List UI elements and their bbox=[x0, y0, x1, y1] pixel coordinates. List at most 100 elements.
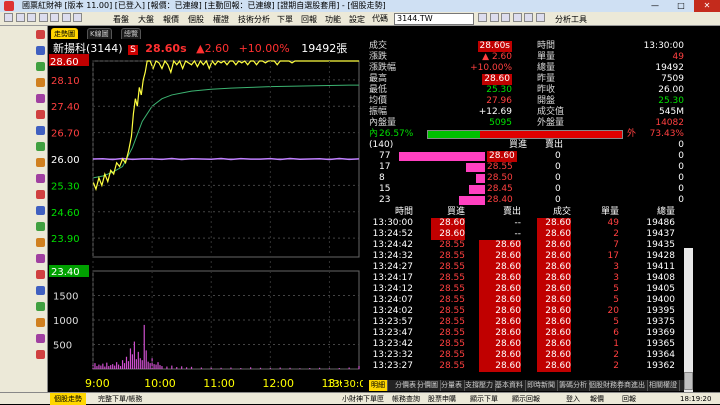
scrollbar-thumb[interactable] bbox=[684, 372, 693, 390]
sidebar-icon[interactable] bbox=[36, 174, 45, 183]
sidebar-icon[interactable] bbox=[36, 254, 45, 263]
status-tab-order[interactable]: 完整下單/帳務 bbox=[98, 393, 142, 405]
table-row[interactable]: 13:23:42 28.55 28.60 28.60 1 19365 bbox=[369, 339, 684, 350]
book-bid-qty: 8 bbox=[379, 173, 385, 183]
show-order-button[interactable]: 顯示下單 bbox=[470, 393, 498, 405]
detail-tab[interactable]: 支撐壓力 bbox=[463, 380, 496, 391]
table-row[interactable]: 13:24:42 28.55 28.60 28.60 7 19435 bbox=[369, 240, 684, 251]
sidebar-icon[interactable] bbox=[36, 302, 45, 311]
next-icon[interactable] bbox=[501, 13, 511, 22]
account-query-button[interactable]: 帳務查詢 bbox=[392, 393, 420, 405]
tab-overview[interactable]: 總覽 bbox=[121, 28, 141, 39]
sidebar-icon[interactable] bbox=[36, 334, 45, 343]
menu-order[interactable]: 下單 bbox=[276, 13, 294, 25]
sidebar-icon[interactable] bbox=[36, 318, 45, 327]
back-icon[interactable] bbox=[4, 13, 13, 22]
refresh-icon[interactable] bbox=[61, 13, 71, 22]
sidebar-icon[interactable] bbox=[36, 142, 45, 151]
tick-bid: 28.55 bbox=[439, 273, 465, 283]
table-row[interactable]: 13:24:27 28.55 28.60 28.60 3 19411 bbox=[369, 262, 684, 273]
table-row[interactable]: 13:24:52 28.60 -- 28.60 2 19437 bbox=[369, 229, 684, 240]
chart-icon[interactable] bbox=[524, 13, 534, 22]
sidebar-icon[interactable] bbox=[36, 126, 45, 135]
detail-tab[interactable]: 分價圖 bbox=[415, 380, 441, 391]
table-row[interactable]: 13:23:47 28.55 28.60 28.60 6 19369 bbox=[369, 328, 684, 339]
table-row[interactable]: 13:23:57 28.55 28.60 28.60 5 19375 bbox=[369, 317, 684, 328]
tick-bid: 28.55 bbox=[439, 361, 465, 371]
sidebar-icon[interactable] bbox=[36, 206, 45, 215]
order-box-button[interactable]: 小財神下單匣 bbox=[342, 393, 384, 405]
status-tab-chart[interactable]: 個股走勢 bbox=[50, 393, 86, 405]
tick-qty: 7 bbox=[613, 240, 619, 250]
sidebar-icon[interactable] bbox=[36, 62, 45, 71]
menu-function[interactable]: 功能 bbox=[324, 13, 342, 25]
minimize-button[interactable]: — bbox=[642, 0, 668, 12]
home-icon[interactable] bbox=[27, 13, 37, 22]
detail-tab[interactable]: 基本資料 bbox=[493, 380, 526, 391]
prev-icon[interactable] bbox=[489, 13, 499, 22]
table-row[interactable]: 13:24:07 28.55 28.60 28.60 5 19400 bbox=[369, 295, 684, 306]
print-icon[interactable] bbox=[38, 13, 48, 22]
menu-quote[interactable]: 報價 bbox=[162, 13, 180, 25]
price-volume-chart[interactable]: 28.60 28.10 27.40 26.70 26.00 25.30 24.60 23.90… bbox=[49, 39, 363, 392]
tab-kline[interactable]: K線圖 bbox=[87, 28, 112, 39]
detail-tab[interactable]: 籌碼分析 bbox=[557, 380, 590, 391]
analysis-tools-button[interactable]: 分析工具 bbox=[554, 13, 588, 25]
sidebar-icon[interactable] bbox=[36, 238, 45, 247]
forward-icon[interactable] bbox=[15, 13, 25, 22]
sidebar-icon[interactable] bbox=[36, 78, 45, 87]
sidebar-icon[interactable] bbox=[36, 222, 45, 231]
sidebar-icon[interactable] bbox=[36, 350, 45, 359]
show-report-button[interactable]: 顯示回報 bbox=[512, 393, 540, 405]
tick-total: 19486 bbox=[646, 218, 675, 228]
menu-stock[interactable]: 個股 bbox=[187, 13, 205, 25]
book-ask-qty: 0 bbox=[555, 162, 561, 172]
tick-bid: 28.55 bbox=[439, 350, 465, 360]
detail-tab[interactable]: 明細 bbox=[369, 380, 388, 391]
menu-watch[interactable]: 看盤 bbox=[112, 13, 130, 25]
sidebar-icon[interactable] bbox=[36, 110, 45, 119]
sidebar-icon[interactable] bbox=[36, 190, 45, 199]
table-row[interactable]: 13:24:02 28.55 28.60 28.60 20 19395 bbox=[369, 306, 684, 317]
tab-intraday[interactable]: 走勢圖 bbox=[51, 28, 78, 39]
quote-label: 昨量 bbox=[537, 74, 556, 84]
table-row[interactable]: 13:24:12 28.55 28.60 28.60 5 19405 bbox=[369, 284, 684, 295]
menu-market[interactable]: 大盤 bbox=[137, 13, 155, 25]
detail-tab[interactable]: 相關權證 bbox=[647, 380, 680, 391]
tick-col-time: 時間 bbox=[394, 207, 413, 217]
table-row[interactable]: 13:23:27 28.55 28.60 28.60 2 19362 bbox=[369, 361, 684, 372]
ipo-button[interactable]: 股票申購 bbox=[428, 393, 456, 405]
detail-tab[interactable]: 即時新聞 bbox=[525, 380, 558, 391]
table-row[interactable]: 13:23:32 28.55 28.60 28.60 2 19364 bbox=[369, 350, 684, 361]
table-row[interactable]: 13:24:17 28.55 28.60 28.60 3 19408 bbox=[369, 273, 684, 284]
book-bid-bar bbox=[466, 163, 485, 172]
menu-warrant[interactable]: 權證 bbox=[212, 13, 230, 25]
order-book-row: 17 28.55 0 0 bbox=[369, 162, 684, 173]
window-icon[interactable] bbox=[50, 13, 60, 22]
tick-ask: 28.60 bbox=[479, 284, 521, 295]
tick-price: 28.60 bbox=[537, 328, 571, 339]
close-button[interactable]: ✕ bbox=[694, 0, 720, 12]
maximize-button[interactable]: □ bbox=[668, 0, 694, 12]
menu-report[interactable]: 回報 bbox=[300, 13, 318, 25]
stock-code-input[interactable]: 3144.TW bbox=[394, 13, 474, 25]
menu-settings[interactable]: 設定 bbox=[348, 13, 366, 25]
detail-tab[interactable]: 券商進出 bbox=[615, 380, 648, 391]
grid-icon[interactable] bbox=[512, 13, 522, 22]
sidebar-icon[interactable] bbox=[36, 270, 45, 279]
tile-icon[interactable] bbox=[535, 13, 545, 22]
sidebar-icon[interactable] bbox=[36, 46, 45, 55]
sidebar-icon[interactable] bbox=[36, 94, 45, 103]
table-row[interactable]: 13:24:32 28.55 28.60 28.60 17 19428 bbox=[369, 251, 684, 262]
sidebar-icon[interactable] bbox=[36, 158, 45, 167]
sidebar-icon[interactable] bbox=[36, 30, 45, 39]
sidebar-icon[interactable] bbox=[36, 286, 45, 295]
help-icon[interactable] bbox=[73, 13, 83, 22]
quote-value: 26.00 bbox=[658, 85, 684, 95]
book-ask-qty: 0 bbox=[555, 184, 561, 194]
detail-tab[interactable]: 分量表 bbox=[439, 380, 465, 391]
menu-technical[interactable]: 技術分析 bbox=[237, 13, 271, 25]
search-icon[interactable] bbox=[478, 13, 487, 22]
table-row[interactable]: 13:30:00 28.60 -- 28.60 49 19486 bbox=[369, 218, 684, 229]
book-bid-price: 28.60 bbox=[487, 151, 517, 162]
